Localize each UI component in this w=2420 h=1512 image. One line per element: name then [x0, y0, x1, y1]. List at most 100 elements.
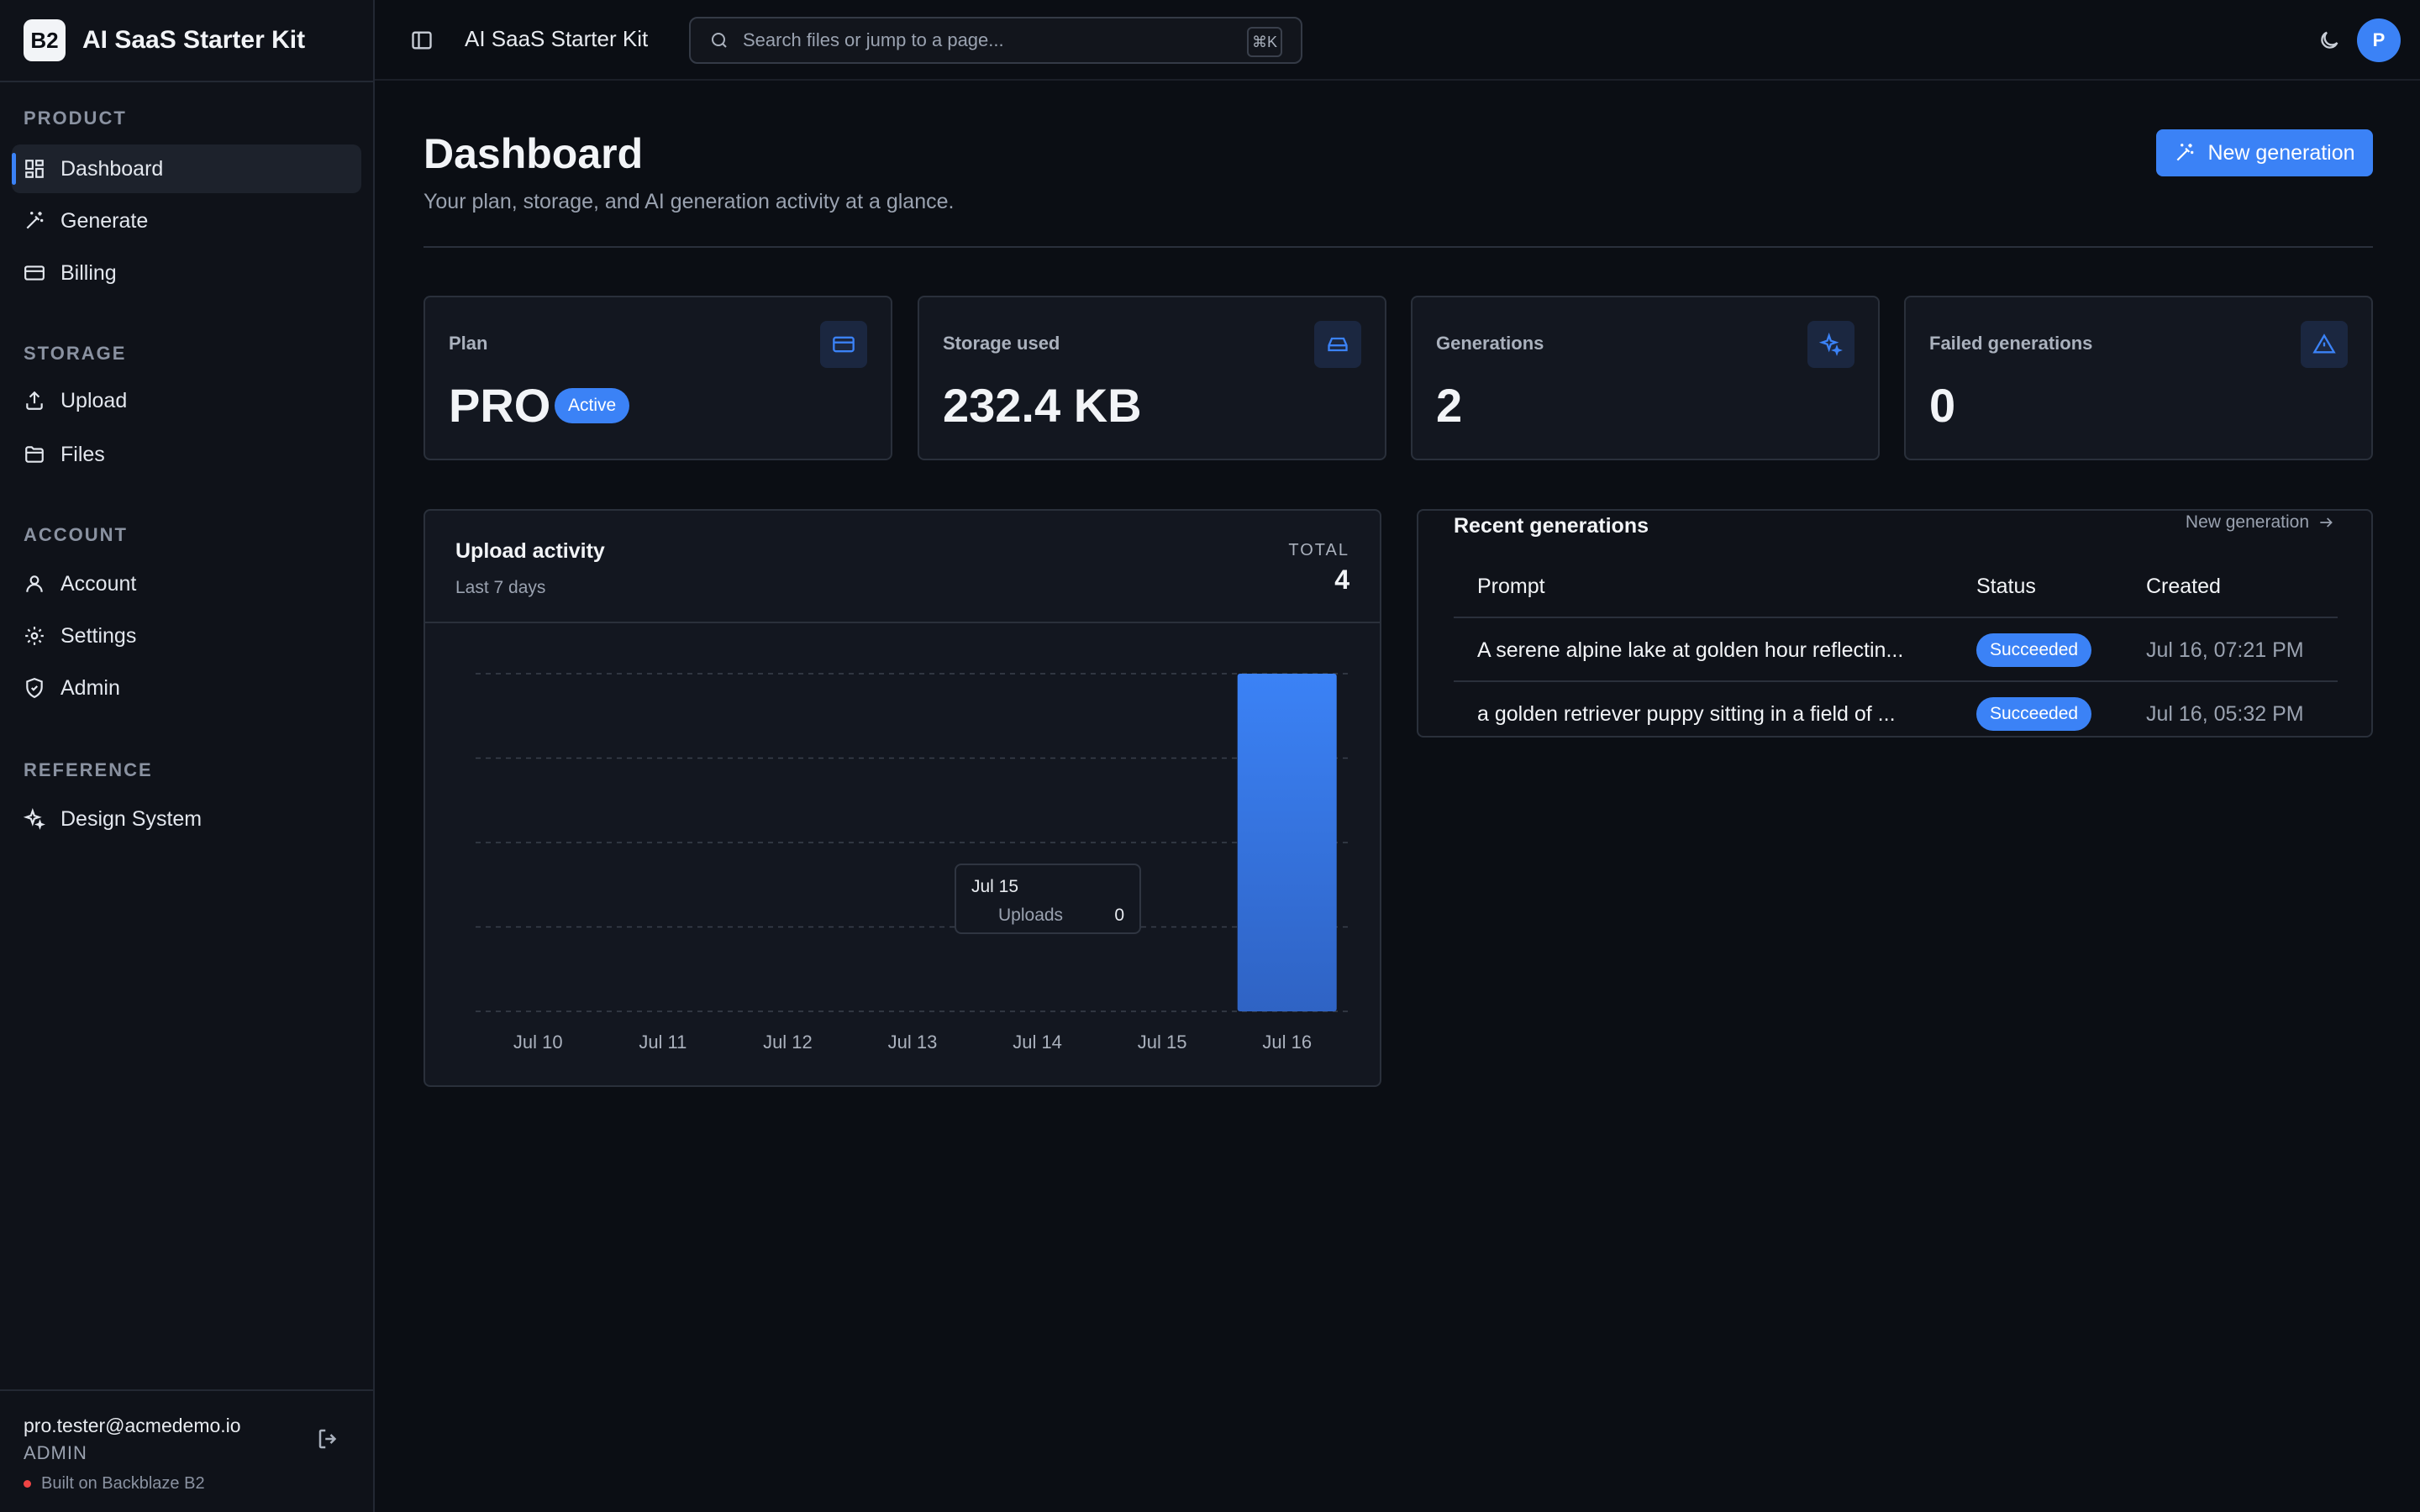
user-icon [26, 575, 43, 592]
tooltip-series: Uploads [998, 906, 1064, 925]
new-generation-link[interactable]: New generation [2186, 512, 2334, 533]
divider [424, 246, 2373, 248]
upload-icon [26, 391, 43, 410]
sidebar-item-label: Generate [60, 208, 149, 233]
x-tick-label: Jul 15 [1138, 1032, 1187, 1053]
sidebar-item-label: Dashboard [60, 156, 164, 181]
sidebar-item-label: Admin [60, 675, 120, 700]
upload-activity-card: Upload activity Last 7 days TOTAL 4 Jul … [424, 509, 1381, 1087]
avatar[interactable]: P [2357, 18, 2401, 62]
page-title: Dashboard [424, 130, 644, 177]
sidebar-item-account[interactable]: Account [12, 559, 361, 608]
status-dot [24, 1480, 31, 1488]
x-tick-label: Jul 14 [1013, 1032, 1062, 1053]
card-title: Recent generations [1454, 514, 1649, 538]
sidebar-item-label: Design System [60, 806, 203, 831]
brand[interactable]: B2 AI SaaS Starter Kit [0, 0, 373, 82]
table-row[interactable]: a golden retriever puppy sitting in a fi… [1454, 682, 2338, 746]
column-header: Created [2146, 575, 2221, 598]
shortcut-hint: ⌘K [1246, 27, 1282, 57]
sidebar-item-label: Settings [60, 623, 137, 648]
stat-label: Plan [449, 333, 488, 354]
magic-wand-icon [2177, 144, 2194, 161]
arrow-right-icon [2320, 517, 2333, 528]
prompt-cell: A serene alpine lake at golden hour refl… [1477, 638, 1904, 662]
stat-card-plan: Plan PRO Active [424, 296, 892, 460]
stat-card-failed: Failed generations 0 [1904, 296, 2373, 460]
column-header: Status [1976, 575, 2036, 598]
moon-icon[interactable] [2317, 29, 2341, 52]
dashboard-icon [25, 160, 44, 178]
credit-card-icon [833, 336, 855, 353]
sidebar-item-label: Account [60, 571, 137, 596]
stat-value: 232.4 KB [943, 379, 1142, 432]
sidebar-item-generate[interactable]: Generate [12, 197, 361, 245]
sidebar-footer: pro.tester@acmedemo.io ADMIN Built on Ba… [0, 1389, 373, 1512]
main-content: Dashboard Your plan, storage, and AI gen… [375, 81, 2420, 1512]
sidebar-item-upload[interactable]: Upload [12, 376, 361, 425]
table-header: Prompt Status Created [1454, 556, 2338, 618]
folder-icon [25, 446, 44, 463]
search-bar[interactable]: ⌘K [689, 17, 1302, 64]
generations-table: Prompt Status Created A serene alpine la… [1454, 556, 2338, 746]
sidebar-item-label: Billing [60, 260, 117, 285]
card-title: Upload activity [455, 539, 605, 563]
nav-heading: ACCOUNT [24, 524, 128, 545]
topbar: AI SaaS Starter Kit ⌘K P [375, 0, 2420, 81]
search-icon [712, 33, 727, 48]
stat-icon-wrap [2301, 321, 2348, 368]
shield-icon [26, 678, 43, 699]
card-header: Upload activity Last 7 days TOTAL 4 [425, 511, 1380, 623]
x-tick-label: Jul 11 [639, 1032, 687, 1053]
status-badge: Succeeded [1976, 633, 2092, 667]
topbar-title: AI SaaS Starter Kit [465, 26, 649, 51]
created-cell: Jul 16, 07:21 PM [2146, 638, 2304, 662]
credit-card-icon [24, 265, 45, 281]
upload-chart[interactable]: Jul 10 Jul 11 Jul 12 Jul 13 Jul 14 Jul 15 Jul … [425, 623, 1380, 1085]
link-label: New generation [2185, 512, 2309, 532]
warning-icon [2312, 333, 2336, 354]
nav-heading: PRODUCT [24, 108, 127, 129]
user-role: ADMIN [24, 1442, 87, 1463]
stat-value: 0 [1929, 379, 1956, 432]
sidebar-item-label: Upload [60, 388, 128, 412]
total-label: TOTAL [1288, 541, 1349, 559]
stat-card-storage: Storage used 232.4 KB [918, 296, 1386, 460]
stat-label: Failed generations [1929, 333, 2093, 354]
stat-icon-wrap [820, 321, 867, 368]
prompt-cell: a golden retriever puppy sitting in a fi… [1477, 702, 1896, 726]
button-label: New generation [2207, 140, 2355, 165]
logout-icon[interactable] [316, 1426, 341, 1452]
x-tick-label: Jul 12 [763, 1032, 813, 1053]
card-subtitle: Last 7 days [455, 578, 546, 597]
sparkles-icon [1819, 333, 1843, 356]
tooltip-date: Jul 15 [971, 877, 1019, 896]
table-row[interactable]: A serene alpine lake at golden hour refl… [1454, 618, 2338, 682]
search-input[interactable] [743, 29, 1213, 51]
nav-heading: STORAGE [24, 343, 127, 364]
bar-jul-16 [1237, 674, 1337, 1011]
stat-label: Generations [1436, 333, 1544, 354]
recent-generations-card: Recent generations New generation Prompt… [1417, 509, 2373, 738]
sidebar-toggle-icon[interactable] [410, 29, 434, 52]
new-generation-button[interactable]: New generation [2156, 129, 2373, 176]
sidebar-item-settings[interactable]: Settings [12, 612, 361, 660]
hard-drive-icon [1328, 337, 1348, 352]
tooltip-value: 0 [1114, 906, 1124, 925]
stat-value: PRO [449, 379, 551, 432]
sidebar-item-design-system[interactable]: Design System [12, 795, 361, 843]
total-value: 4 [1334, 564, 1349, 595]
nav-heading: REFERENCE [24, 759, 153, 780]
sidebar-item-files[interactable]: Files [12, 430, 361, 479]
sidebar-item-billing[interactable]: Billing [12, 249, 361, 297]
sidebar-item-dashboard[interactable]: Dashboard [12, 144, 361, 193]
brand-logo: B2 [24, 19, 66, 61]
x-tick-label: Jul 13 [888, 1032, 938, 1053]
user-email: pro.tester@acmedemo.io [24, 1415, 241, 1436]
sidebar: B2 AI SaaS Starter Kit PRODUCT Dashboard… [0, 0, 375, 1512]
stat-card-generations: Generations 2 [1411, 296, 1880, 460]
stat-value: 2 [1436, 379, 1463, 432]
sidebar-item-admin[interactable]: Admin [12, 664, 361, 712]
gear-icon [25, 627, 44, 645]
x-tick-label: Jul 10 [513, 1032, 563, 1053]
